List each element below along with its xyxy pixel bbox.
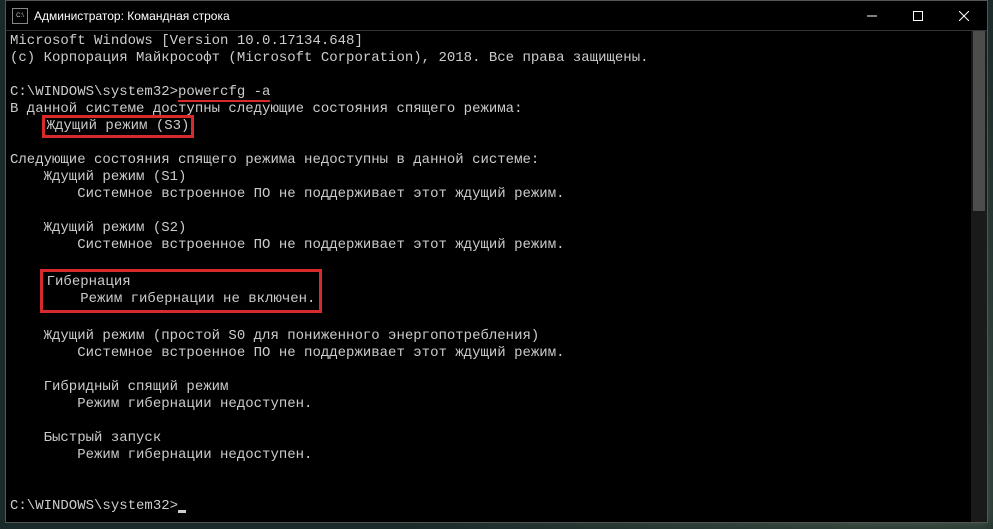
scroll-thumb[interactable] — [973, 31, 985, 211]
close-button[interactable] — [941, 1, 987, 30]
s1-title: Ждущий режим (S1) — [10, 169, 186, 185]
cmd-icon — [12, 8, 28, 24]
titlebar[interactable]: Администратор: Командная строка — [6, 1, 987, 31]
prompt-path: C:\WINDOWS\system32> — [10, 84, 178, 100]
hibernation-title: Гибернация — [47, 274, 131, 290]
version-line: Microsoft Windows [Version 10.0.17134.64… — [10, 33, 363, 49]
available-s3: Ждущий режим (S3) — [42, 115, 195, 138]
window-controls — [849, 1, 987, 30]
scrollbar[interactable] — [971, 31, 987, 522]
s1-reason: Системное встроенное ПО не поддерживает … — [10, 186, 565, 202]
window-title: Администратор: Командная строка — [34, 9, 230, 23]
minimize-button[interactable] — [849, 1, 895, 30]
maximize-button[interactable] — [895, 1, 941, 30]
prompt-path-2: C:\WINDOWS\system32> — [10, 498, 178, 514]
s0-reason: Системное встроенное ПО не поддерживает … — [10, 345, 565, 361]
command-text: powercfg -a — [178, 84, 270, 102]
hibernation-reason: Режим гибернации не включен. — [47, 291, 316, 307]
hybrid-reason: Режим гибернации недоступен. — [10, 396, 312, 412]
unavailable-header: Следующие состояния спящего режима недос… — [10, 152, 539, 168]
console-output[interactable]: Microsoft Windows [Version 10.0.17134.64… — [6, 31, 987, 522]
s0-title: Ждущий режим (простой S0 для пониженного… — [10, 328, 539, 344]
cursor — [178, 510, 186, 513]
s2-reason: Системное встроенное ПО не поддерживает … — [10, 237, 565, 253]
s2-title: Ждущий режим (S2) — [10, 220, 186, 236]
fast-title: Быстрый запуск — [10, 430, 161, 446]
hybrid-title: Гибридный спящий режим — [10, 379, 228, 395]
command-prompt-window: Администратор: Командная строка Microsof… — [5, 0, 988, 523]
copyright-line: (c) Корпорация Майкрософт (Microsoft Cor… — [10, 50, 649, 66]
fast-reason: Режим гибернации недоступен. — [10, 447, 312, 463]
hibernation-block: Гибернация Режим гибернации не включен. — [40, 269, 323, 313]
